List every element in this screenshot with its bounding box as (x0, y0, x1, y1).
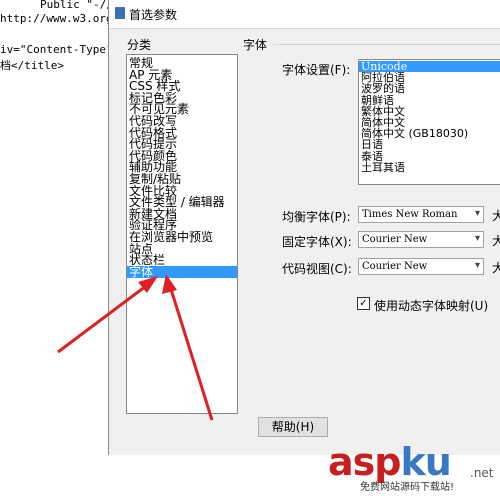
code-line: iv="Content-Type" (0, 43, 113, 56)
logo-subtitle: 免费网站源码下载站! (360, 482, 455, 493)
code-view-label: 代码视图(C): (282, 262, 352, 276)
category-item[interactable]: 字体 (127, 265, 237, 278)
proportional-font-select[interactable]: Times New Roman ▾ (358, 206, 484, 223)
chevron-down-icon: ▾ (474, 233, 480, 244)
fixed-font-value: Courier New (362, 234, 428, 245)
encoding-item[interactable]: 朝鲜语 (359, 95, 500, 106)
dialog-title: 首选参数 (129, 8, 178, 22)
dynamic-mapping-checkbox[interactable]: ✓ (357, 297, 370, 310)
chevron-down-icon: ▾ (474, 208, 480, 219)
fixed-font-select[interactable]: Courier New ▾ (358, 231, 484, 248)
help-button[interactable]: 帮助(H) (258, 417, 328, 437)
proportional-font-value: Times New Roman (362, 209, 458, 220)
chevron-down-icon: ▾ (474, 260, 480, 271)
proportional-font-label: 均衡字体(P): (282, 210, 351, 224)
code-view-select[interactable]: Courier New ▾ (358, 258, 484, 275)
category-list[interactable]: 常规 AP 元素 CSS 样式 标记色彩 不可见元素 代码改写 代码格式 代码提示 代码颜色 辅助… (126, 54, 238, 414)
dialog-titlebar[interactable]: 首选参数 (109, 0, 500, 29)
category-heading: 分类 (127, 38, 152, 52)
encoding-item[interactable]: 波罗的语 (359, 83, 500, 94)
section-divider (273, 44, 500, 45)
code-line: 档</title> (0, 59, 64, 72)
encoding-label: 字体设置(F): (282, 63, 351, 77)
encoding-list[interactable]: Unicode 阿拉伯语 波罗的语 朝鲜语 繁体中文 简体中文 简体中文 (GB18030)… (358, 59, 500, 185)
fixed-font-label: 固定字体(X): (282, 235, 352, 249)
logo-net: .net (470, 466, 494, 480)
app-icon (115, 7, 125, 19)
dynamic-mapping-label[interactable]: 使用动态字体映射(U) (374, 297, 488, 314)
code-view-value: Courier New (362, 261, 428, 272)
code-line: http://www.w3.org/ (0, 12, 120, 25)
proportional-size-label: 大 (492, 209, 500, 223)
fixed-size-label: 大 (492, 234, 500, 248)
code-view-size-label: 大 (492, 261, 500, 275)
section-title: 字体 (243, 38, 268, 52)
encoding-item[interactable]: 日语 (359, 139, 500, 150)
encoding-item[interactable]: 土耳其语 (359, 162, 500, 173)
encoding-item[interactable]: 泰语 (359, 151, 500, 162)
preferences-dialog: 首选参数 分类 常规 AP 元素 CSS 样式 标记色彩 不可见元素 代码改写 代码格式 代码… (108, 0, 500, 455)
